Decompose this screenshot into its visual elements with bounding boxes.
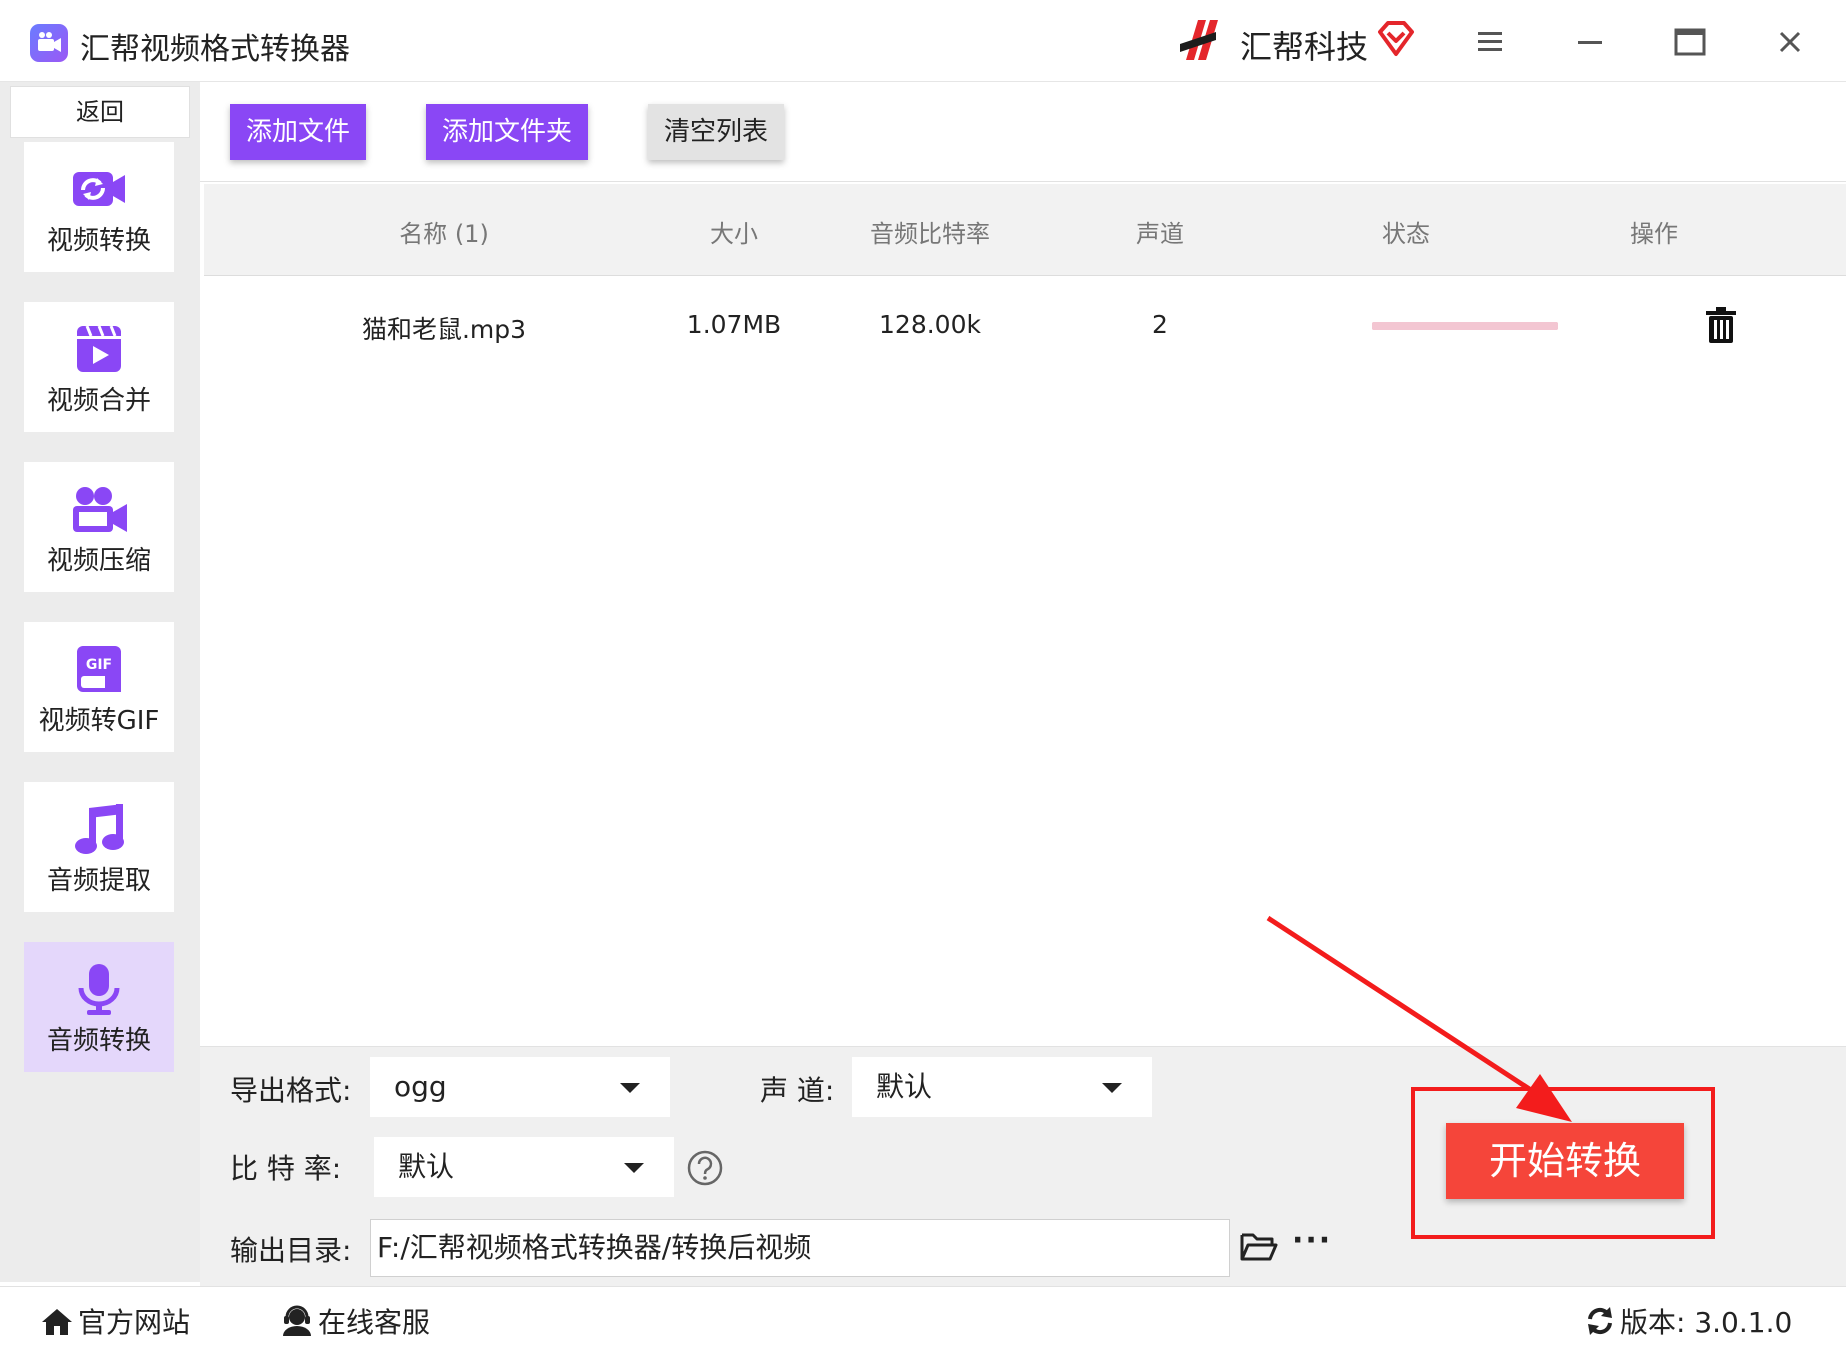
bitrate-label: 比 特 率:: [230, 1152, 342, 1185]
help-icon[interactable]: [686, 1149, 724, 1187]
file-table-header: 名称 (1) 大小 音频比特率 声道 状态 操作: [204, 184, 1846, 276]
close-icon[interactable]: [1770, 22, 1810, 62]
column-header-bitrate[interactable]: 音频比特率: [850, 214, 1010, 249]
official-website-label: 官方网站: [78, 1306, 191, 1339]
sidebar-item-label: 视频压缩: [46, 546, 151, 576]
column-header-name[interactable]: 名称 (1): [364, 214, 524, 249]
sidebar-item-label: 视频合并: [46, 386, 151, 416]
add-file-button[interactable]: 添加文件: [230, 104, 366, 160]
sidebar-item-label: 视频转换: [46, 226, 151, 256]
status-progress-fill: [1372, 322, 1558, 330]
sidebar-item-audio-convert[interactable]: 音频转换: [24, 942, 174, 1072]
maximize-icon[interactable]: [1670, 22, 1710, 62]
sidebar-item-audio-extract[interactable]: 音频提取: [24, 782, 174, 912]
title-bar: 汇帮视频格式转换器 汇帮科技: [0, 0, 1846, 82]
version-info[interactable]: 版本: 3.0.1.0: [1584, 1301, 1792, 1341]
sidebar-item-video-gif[interactable]: GIF 视频转GIF: [24, 622, 174, 752]
channel-select-value: 默认: [876, 1070, 933, 1103]
column-header-status[interactable]: 状态: [1346, 214, 1466, 249]
column-header-size[interactable]: 大小: [674, 214, 794, 249]
chevron-down-icon: [624, 1163, 644, 1173]
brand-name: 汇帮科技: [1240, 28, 1369, 66]
menu-icon[interactable]: [1470, 22, 1510, 62]
channel-label: 声 道:: [760, 1074, 835, 1107]
output-dir-input[interactable]: F:/汇帮视频格式转换器/转换后视频: [370, 1219, 1230, 1277]
start-convert-button[interactable]: 开始转换: [1446, 1123, 1684, 1199]
file-name: 猫和老鼠.mp3: [361, 315, 527, 344]
more-options-button[interactable]: ···: [1292, 1223, 1332, 1258]
sidebar-item-label: 音频提取: [46, 866, 151, 896]
add-folder-button[interactable]: 添加文件夹: [426, 104, 588, 160]
video-convert-icon: [73, 172, 125, 206]
file-size: 1.07MB: [686, 310, 782, 339]
column-header-channels[interactable]: 声道: [1100, 214, 1220, 249]
toolbar: 添加文件 添加文件夹 清空列表: [200, 82, 1846, 182]
sidebar: 返回 视频转换 视频合并 视频压缩 GIF 视频转GIF 音频提取 音频转换: [0, 82, 200, 1282]
app-logo-icon: [30, 24, 68, 62]
music-note-icon: [75, 804, 124, 854]
microphone-icon: [78, 964, 120, 1015]
version-label: 版本: 3.0.1.0: [1620, 1306, 1793, 1339]
clear-list-button[interactable]: 清空列表: [648, 104, 784, 160]
vip-diamond-icon[interactable]: [1376, 20, 1416, 58]
home-icon: [42, 1309, 72, 1335]
sidebar-item-label: 视频转GIF: [38, 706, 160, 736]
table-row[interactable]: 猫和老鼠.mp3 1.07MB 128.00k 2: [204, 276, 1846, 376]
minimize-icon[interactable]: [1570, 22, 1610, 62]
sidebar-item-label: 音频转换: [46, 1026, 151, 1056]
app-title: 汇帮视频格式转换器: [80, 32, 350, 67]
gif-icon: GIF: [77, 646, 121, 692]
refresh-icon: [1588, 1307, 1612, 1335]
svg-text:GIF: GIF: [86, 657, 112, 673]
customer-service-icon: [283, 1305, 311, 1336]
file-bitrate: 128.00k: [879, 310, 981, 339]
sidebar-item-video-compress[interactable]: 视频压缩: [24, 462, 174, 592]
format-label: 导出格式:: [230, 1074, 352, 1107]
chevron-down-icon: [620, 1083, 640, 1093]
output-dir-label: 输出目录:: [230, 1234, 352, 1267]
status-progress-bar: [1372, 322, 1558, 330]
file-table-body: 猫和老鼠.mp3 1.07MB 128.00k 2: [204, 276, 1846, 1046]
format-select[interactable]: ogg: [370, 1057, 670, 1117]
sidebar-item-video-merge[interactable]: 视频合并: [24, 302, 174, 432]
official-website-link[interactable]: 官方网站: [40, 1301, 190, 1341]
footer: 官方网站 在线客服 版本: 3.0.1.0: [0, 1286, 1846, 1352]
video-compress-icon: [73, 487, 127, 532]
chevron-down-icon: [1102, 1083, 1122, 1093]
video-merge-icon: [77, 325, 121, 372]
bitrate-select-value: 默认: [398, 1150, 455, 1183]
online-support-label: 在线客服: [318, 1306, 431, 1339]
channel-select[interactable]: 默认: [852, 1057, 1152, 1117]
column-header-actions: 操作: [1630, 220, 1678, 248]
bitrate-select[interactable]: 默认: [374, 1137, 674, 1197]
sidebar-item-video-convert[interactable]: 视频转换: [24, 142, 174, 272]
file-channels: 2: [1152, 310, 1168, 339]
settings-panel: 导出格式: ogg 声 道: 默认 比 特 率: 默认 输出目录: F:/汇帮视…: [200, 1046, 1846, 1286]
back-button[interactable]: 返回: [10, 86, 190, 138]
brand-logo-icon: [1180, 20, 1218, 60]
online-support-link[interactable]: 在线客服: [280, 1301, 430, 1341]
format-select-value: ogg: [394, 1070, 447, 1103]
trash-icon[interactable]: [1704, 306, 1738, 344]
folder-open-icon[interactable]: [1240, 1231, 1278, 1263]
